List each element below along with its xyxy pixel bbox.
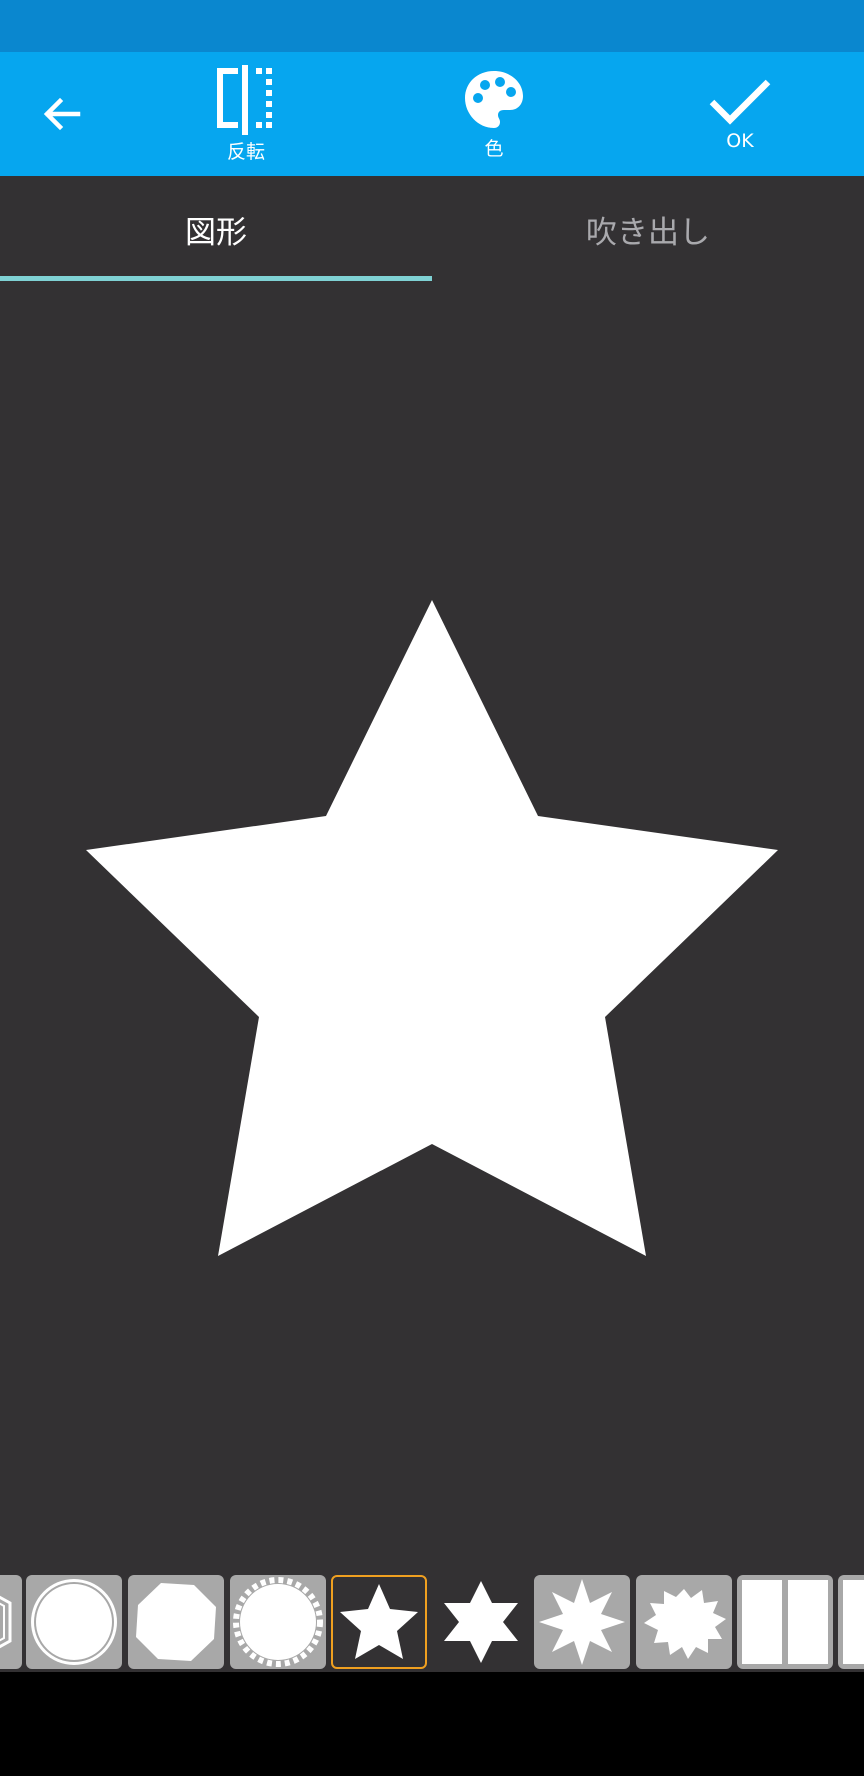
shape-option-two-column-rectangle[interactable] [737,1575,833,1669]
status-bar [0,0,864,52]
shape-option-burst[interactable] [636,1575,732,1669]
tab-selected-indicator [0,276,432,281]
color-label: 色 [484,137,504,160]
flip-button[interactable]: 反転 [196,52,296,176]
toolbar: 反転 色 OK [0,52,864,176]
shape-option-star-6-point[interactable] [433,1575,529,1669]
shape-selector-strip[interactable] [0,1572,864,1672]
preview-star-shape[interactable] [86,600,778,1256]
tab-bar: 図形 吹き出し [0,176,864,282]
arrow-left-icon [43,97,81,131]
flip-horizontal-icon [217,64,272,135]
palette-icon [465,70,523,128]
shape-option-octagon[interactable] [128,1575,224,1669]
shape-option-scalloped-circle[interactable] [230,1575,326,1669]
shape-option-rectangle[interactable] [838,1575,864,1669]
ok-button[interactable]: OK [690,52,790,176]
tab-shapes[interactable]: 図形 [0,176,432,282]
ok-label: OK [726,130,754,152]
flip-label: 反転 [226,140,265,163]
tab-speech-balloons[interactable]: 吹き出し [432,176,864,282]
shape-preview-canvas[interactable] [0,282,864,1572]
system-navigation-bar [0,1672,864,1776]
shape-option-circle-outline[interactable] [26,1575,122,1669]
shape-option-star-8-point[interactable] [534,1575,630,1669]
shape-option-hexagon-outline[interactable] [0,1575,22,1669]
color-button[interactable]: 色 [444,52,544,176]
shape-option-star-5-point[interactable] [331,1575,427,1669]
check-icon [709,79,771,125]
back-button[interactable] [22,52,102,176]
